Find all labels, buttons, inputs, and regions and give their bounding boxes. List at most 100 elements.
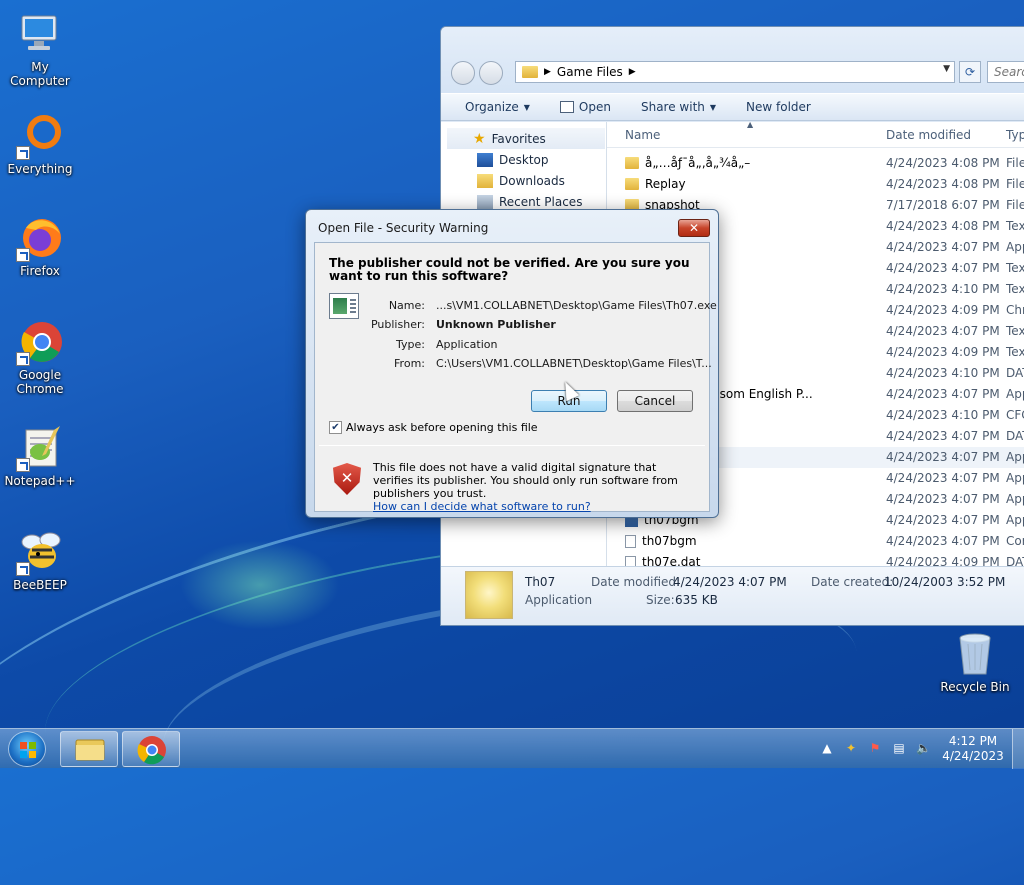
file-date-modified: 4/24/2023 4:07 PM (886, 513, 1000, 527)
security-warning-dialog[interactable]: Open File - Security Warning ✕ The publi… (305, 209, 719, 518)
file-date-modified: 4/24/2023 4:07 PM (886, 261, 1000, 275)
cancel-button[interactable]: Cancel (617, 390, 693, 412)
clock[interactable]: 4:12 PM 4/24/2023 (938, 734, 1008, 764)
file-type: App (1006, 450, 1024, 464)
table-row[interactable]: th07bgm 4/24/2023 4:07 PM Cor (607, 531, 1024, 552)
file-type: Tex (1006, 282, 1024, 296)
file-date-modified: 4/24/2023 4:07 PM (886, 471, 1000, 485)
nav-item-label: Favorites (491, 131, 546, 146)
everything-icon (16, 112, 64, 160)
nav-item-favorites[interactable]: ★ Favorites (447, 128, 605, 149)
breadcrumb-arrow-icon: ▶ (628, 67, 636, 77)
file-date-modified: 4/24/2023 4:08 PM (886, 219, 1000, 233)
nav-item-downloads[interactable]: Downloads (441, 170, 606, 191)
field-value-type: Application (436, 338, 498, 351)
file-icon (625, 534, 636, 548)
network-icon[interactable]: ▤ (892, 741, 906, 755)
desktop-icon-chrome[interactable]: Google Chrome (0, 318, 80, 396)
file-date-modified: 4/24/2023 4:10 PM (886, 282, 1000, 296)
desktop-icon-notepad-plus-plus[interactable]: Notepad++ (0, 424, 80, 488)
open-button[interactable]: Open (559, 100, 611, 114)
file-icon (625, 555, 636, 566)
file-date-modified: 4/24/2023 4:07 PM (886, 387, 1000, 401)
desktop-icon-label: My Computer (10, 60, 70, 88)
file-type: App (1006, 513, 1024, 527)
file-date-modified: 4/24/2023 4:10 PM (886, 366, 1000, 380)
taskbar-chrome-button[interactable] (122, 731, 180, 767)
desktop-icon-my-computer[interactable]: My Computer (0, 10, 80, 88)
file-type: CFG (1006, 408, 1024, 422)
search-input[interactable]: Search (987, 61, 1024, 83)
taskbar-explorer-button[interactable] (60, 731, 118, 767)
close-button[interactable]: ✕ (678, 219, 710, 237)
file-date-modified: 4/24/2023 4:07 PM (886, 429, 1000, 443)
file-name-cell: th07bgm (625, 534, 697, 548)
details-date-created: 10/24/2003 3:52 PM (884, 575, 1006, 589)
windows-logo-icon (20, 742, 36, 758)
file-type: DAT (1006, 366, 1024, 380)
dialog-headline: The publisher could not be verified. Are… (329, 256, 690, 283)
chevron-down-icon[interactable]: ▼ (943, 64, 950, 74)
folder-icon (625, 178, 639, 190)
show-desktop-button[interactable] (1012, 729, 1024, 769)
volume-muted-icon[interactable]: 🔈 (916, 741, 931, 755)
table-row[interactable]: å„…åƒ¯å„‚å„¾å„– 4/24/2023 4:08 PM File (607, 153, 1024, 174)
help-link[interactable]: How can I decide what software to run? (373, 500, 591, 513)
forward-button[interactable] (479, 61, 503, 85)
back-button[interactable] (451, 61, 475, 85)
warning-text: This file does not have a valid digital … (373, 461, 678, 500)
dialog-separator (319, 445, 705, 446)
desktop-icon (477, 152, 493, 167)
tray-app-icon[interactable]: ✦ (844, 741, 858, 755)
file-date-modified: 4/24/2023 4:07 PM (886, 324, 1000, 338)
address-bar[interactable]: ▶ Game Files ▶ ▼ (515, 61, 955, 83)
show-hidden-icons-button[interactable]: ▲ (820, 741, 834, 755)
open-label: Open (578, 100, 611, 114)
field-value-name: ...s\VM1.COLLABNET\Desktop\Game Files\Th… (436, 299, 717, 312)
desktop-icon-label: Everything (7, 162, 73, 176)
column-type[interactable]: Typ (1006, 128, 1024, 142)
wallpaper-glow (180, 540, 340, 630)
desktop-icon-firefox[interactable]: Firefox (0, 214, 80, 278)
desktop-icon-everything[interactable]: Everything (0, 112, 80, 176)
breadcrumb-arrow-icon: ▶ (544, 67, 551, 77)
table-row[interactable]: th07e.dat 4/24/2023 4:09 PM DAT (607, 552, 1024, 566)
breadcrumb[interactable]: Game Files (557, 65, 623, 79)
start-button[interactable] (8, 731, 46, 767)
share-with-button[interactable]: Share with ▼ (641, 100, 716, 114)
details-date-created-label: Date created: (811, 575, 894, 589)
table-row[interactable]: Replay 4/24/2023 4:08 PM File (607, 174, 1024, 195)
file-type: File (1006, 177, 1024, 191)
file-type: App (1006, 387, 1024, 401)
desktop-icon-recycle-bin[interactable]: Recycle Bin (935, 630, 1015, 694)
column-date-modified[interactable]: Date modified (886, 128, 971, 142)
organize-button[interactable]: Organize ▼ (465, 100, 530, 114)
details-date-modified: 4/24/2023 4:07 PM (673, 575, 787, 589)
details-size: 635 KB (675, 593, 718, 607)
file-type: Tex (1006, 261, 1024, 275)
column-name[interactable]: Name (625, 128, 660, 142)
field-label-type: Type: (396, 338, 425, 351)
file-type: DAT (1006, 429, 1024, 443)
always-ask-label[interactable]: Always ask before opening this file (346, 421, 538, 434)
chrome-icon (16, 318, 64, 366)
file-type: App (1006, 492, 1024, 506)
file-date-modified: 7/17/2018 6:07 PM (886, 198, 1000, 212)
new-folder-button[interactable]: New folder (746, 100, 811, 114)
chevron-down-icon: ▼ (709, 102, 717, 112)
file-thumbnail (465, 571, 513, 619)
details-pane: Th07 Application Date modified: 4/24/202… (441, 566, 1024, 625)
system-tray: ▲ ✦ ⚑ ▤ 🔈 (820, 741, 931, 755)
firefox-icon (16, 214, 64, 262)
shield-warning-icon: ✕ (333, 463, 361, 495)
nav-item-desktop[interactable]: Desktop (441, 149, 606, 170)
refresh-button[interactable]: ⟳ (959, 61, 981, 83)
always-ask-checkbox[interactable]: ✔ (329, 421, 342, 434)
action-center-icon[interactable]: ⚑ (868, 741, 882, 755)
desktop-icon-beebeep[interactable]: BeeBEEP (0, 528, 80, 592)
sort-up-icon: ▲ (747, 122, 754, 129)
downloads-icon (477, 173, 493, 188)
file-name: å„…åƒ¯å„‚å„¾å„– (645, 156, 751, 170)
shortcut-arrow-icon (16, 562, 30, 576)
dialog-title: Open File - Security Warning (318, 221, 489, 235)
